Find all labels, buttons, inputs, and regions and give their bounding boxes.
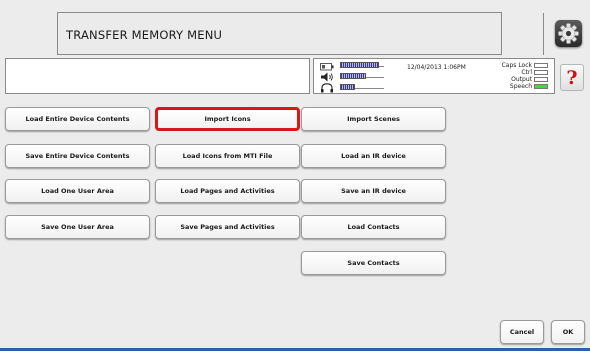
help-button[interactable]: ?	[560, 64, 584, 91]
datetime-display: 12/04/2013 1:06PM	[407, 64, 466, 71]
save-ir-device-button[interactable]: Save an IR device	[301, 179, 446, 203]
load-contacts-button[interactable]: Load Contacts	[301, 215, 446, 239]
settings-button[interactable]	[555, 20, 582, 47]
page-title: TRANSFER MEMORY MENU	[66, 28, 223, 42]
caps-lock-indicator	[534, 63, 548, 68]
save-entire-device-contents-button[interactable]: Save Entire Device Contents	[5, 144, 150, 168]
battery-meter	[340, 62, 379, 68]
headphones-meter	[340, 84, 355, 90]
ok-button[interactable]: OK	[551, 320, 585, 344]
import-scenes-button[interactable]: Import Scenes	[301, 107, 446, 131]
speech-label: Speech	[509, 83, 532, 90]
cancel-button[interactable]: Cancel	[500, 320, 544, 344]
title-bar: TRANSFER MEMORY MENU	[57, 12, 544, 55]
speaker-icon	[321, 72, 333, 82]
transfer-memory-window: TRANSFER MEMORY MENU 12/04/2013 1:06PM C…	[0, 0, 590, 351]
save-one-user-area-button[interactable]: Save One User Area	[5, 215, 150, 239]
ctrl-indicator	[534, 70, 548, 75]
speech-indicator	[534, 84, 548, 89]
output-indicator	[534, 77, 548, 82]
headphones-icon	[321, 83, 333, 93]
load-pages-and-activities-button[interactable]: Load Pages and Activities	[155, 179, 300, 203]
load-ir-device-button[interactable]: Load an IR device	[301, 144, 446, 168]
load-entire-device-contents-button[interactable]: Load Entire Device Contents	[5, 107, 150, 131]
question-mark-icon: ?	[566, 67, 578, 89]
gear-icon	[558, 23, 579, 44]
battery-icon	[320, 63, 334, 71]
load-icons-from-mti-file-button[interactable]: Load Icons from MTI File	[155, 144, 300, 168]
status-panel: 12/04/2013 1:06PM Caps Lock Ctrl Output …	[313, 58, 555, 94]
import-icons-button[interactable]: Import Icons	[155, 107, 300, 131]
caps-lock-label: Caps Lock	[501, 62, 532, 69]
ctrl-label: Ctrl	[521, 69, 532, 76]
save-contacts-button[interactable]: Save Contacts	[301, 251, 446, 275]
load-one-user-area-button[interactable]: Load One User Area	[5, 179, 150, 203]
message-display	[5, 58, 310, 94]
volume-meter	[340, 73, 366, 79]
output-label: Output	[511, 76, 532, 83]
save-pages-and-activities-button[interactable]: Save Pages and Activities	[155, 215, 300, 239]
